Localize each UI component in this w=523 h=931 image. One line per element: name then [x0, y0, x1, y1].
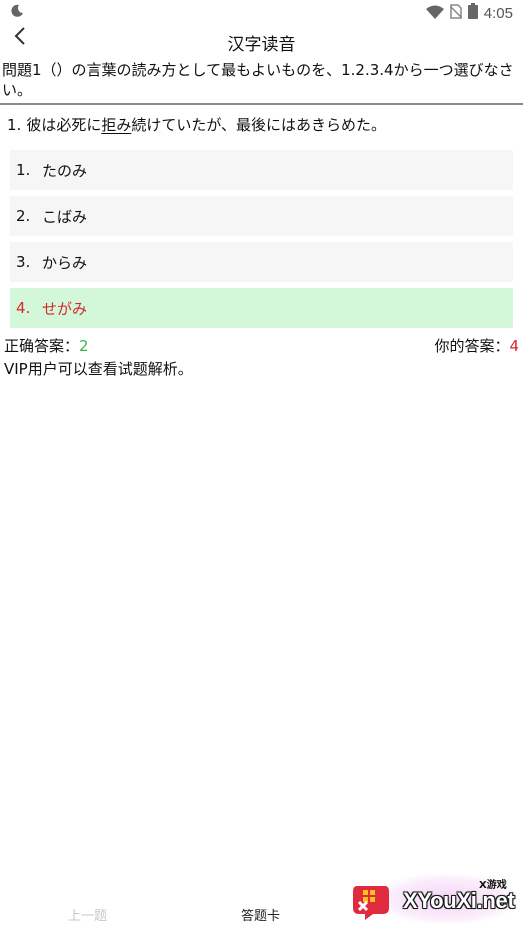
- no-sim-icon: [449, 3, 463, 23]
- wifi-icon: [425, 4, 444, 23]
- question-underlined-word: 拒み: [101, 116, 132, 134]
- option-text: たのみ: [42, 161, 88, 180]
- watermark-brand: XYouXi.net: [403, 888, 515, 913]
- answer-card-button[interactable]: 答题卡: [241, 905, 280, 924]
- divider: [0, 103, 523, 105]
- gamepad-logo-icon: [351, 880, 391, 926]
- question-instruction: 問題1（）の言葉の読み方として最もよいものを、1.2.3.4から一つ選びなさい。: [2, 61, 514, 99]
- option-number: 1.: [16, 161, 31, 179]
- your-answer-value: 4: [509, 337, 519, 355]
- option-number: 2.: [16, 207, 31, 225]
- correct-answer-value: 2: [79, 337, 89, 355]
- question-number: 1.: [7, 116, 22, 134]
- page-title: 汉字读音: [227, 35, 296, 55]
- question-text: 1. 彼は必死に拒み続けていたが、最後にはあきらめた。: [7, 115, 386, 135]
- vip-note: VIP用户可以查看试题解析。: [4, 360, 193, 378]
- option-number: 4.: [16, 299, 31, 317]
- question-text-before: 彼は必死に: [26, 116, 102, 134]
- status-bar: 4:05: [0, 0, 523, 24]
- quiz-page: 4:05 汉字读音 問題1（）の言葉の読み方として最もよいものを、1.2.3.4…: [0, 0, 523, 931]
- moon-icon: [10, 3, 24, 22]
- previous-question-button[interactable]: 上一题: [68, 905, 107, 924]
- status-time: 4:05: [483, 4, 513, 22]
- option-text: からみ: [42, 253, 88, 272]
- option-1[interactable]: 1. たのみ: [10, 150, 513, 190]
- watermark: X游戏 XYouXi.net: [343, 872, 521, 928]
- correct-answer-label: 正确答案：: [4, 337, 80, 355]
- option-4[interactable]: 4. せがみ: [10, 288, 513, 328]
- battery-icon: [467, 3, 478, 23]
- option-2[interactable]: 2. こばみ: [10, 196, 513, 236]
- title-bar: 汉字读音: [0, 26, 523, 58]
- correct-answer: 正确答案：2: [4, 336, 89, 356]
- your-answer: 你的答案：4: [434, 336, 519, 356]
- option-number: 3.: [16, 253, 31, 271]
- option-text: こばみ: [42, 207, 88, 226]
- option-3[interactable]: 3. からみ: [10, 242, 513, 282]
- option-text: せがみ: [42, 299, 88, 318]
- question-text-after: 続けていたが、最後にはあきらめた。: [131, 116, 387, 134]
- your-answer-label: 你的答案：: [434, 337, 510, 355]
- answer-row: 正确答案：2 你的答案：4: [4, 336, 519, 356]
